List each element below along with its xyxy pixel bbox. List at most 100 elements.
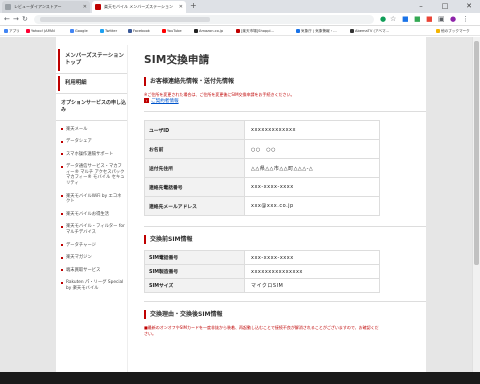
sidebar-item-data-charge[interactable]: データチャージ xyxy=(56,239,127,252)
address-bar[interactable] xyxy=(34,15,374,24)
bookmark-item[interactable]: アプリ xyxy=(4,26,20,36)
section-heading-contact: お客様連絡先情報・送付先情報 xyxy=(144,77,426,86)
scrollbar[interactable] xyxy=(472,37,480,372)
browser-toolbar: ← → ↻ ● ☆ ■ ■ ■ ▣ ● ⋮ xyxy=(0,13,480,26)
bookmark-item[interactable]: YouTube xyxy=(162,26,182,36)
favicon-icon xyxy=(128,28,132,33)
row-value: ○○ ○○ xyxy=(244,139,380,159)
extension-icon[interactable]: ■ xyxy=(402,13,409,26)
favicon-icon xyxy=(162,28,166,33)
table-row: SIM製造番号 xxxxxxxxxxxxxxx xyxy=(144,264,380,279)
table-row: ユーザID xxxxxxxxxxxxx xyxy=(144,120,380,140)
sidebar-item-filter[interactable]: 楽天モバイル・フィルター for マルチデバイス xyxy=(56,221,127,239)
star-icon[interactable]: ☆ xyxy=(390,13,396,26)
table-row: お名前 ○○ ○○ xyxy=(144,139,380,159)
row-label: 連絡先メールアドレス xyxy=(144,196,245,216)
close-tab-icon[interactable]: ✕ xyxy=(179,1,183,13)
favicon-icon xyxy=(236,28,240,33)
profile-avatar[interactable]: ● xyxy=(450,13,456,26)
main-content: SIM交換申請 お客様連絡先情報・送付先情報 ※ご住所を変更された場合は、ご住所… xyxy=(144,37,426,337)
tab-favicon-icon xyxy=(5,4,11,10)
divider xyxy=(144,111,426,112)
contract-info-link[interactable]: › ご契約者情報 xyxy=(144,98,426,105)
favicon-icon xyxy=(350,28,354,33)
bookmark-item[interactable]: Amazon.co.jp xyxy=(194,26,223,36)
sidebar-link-usage[interactable]: 利用明細 xyxy=(58,76,127,91)
close-tab-icon[interactable]: ✕ xyxy=(83,1,87,13)
blurred-url xyxy=(40,17,210,22)
divider xyxy=(144,226,426,227)
reason-note: ■最新のオンオフやSIMカードを一度非抜から装着、再起動し込むことで接続不良が解… xyxy=(144,325,379,336)
bookmark-item[interactable]: Google xyxy=(70,26,88,36)
reload-icon[interactable]: ↻ xyxy=(22,13,28,26)
page-content: メンバーズステーショントップ 利用明細 オプションサービスの申し込み 楽天メール… xyxy=(56,37,426,372)
arrow-right-icon: › xyxy=(144,98,149,103)
favicon-icon xyxy=(194,28,198,33)
apps-icon xyxy=(4,28,8,33)
sidebar-link-members-top[interactable]: メンバーズステーショントップ xyxy=(58,49,127,71)
favicon-icon xyxy=(70,28,74,33)
sidebar-item-pacific-league[interactable]: Rakuten パ・リーグ Special by 楽天モバイル xyxy=(56,277,127,295)
row-label: 送付先住所 xyxy=(144,158,245,178)
sidebar-item-security[interactable]: データ通信サービス・マカフィー® マルチ アクセスパック マカフィー® モバイル… xyxy=(56,161,127,190)
sim-before-table: SIM電話番号 xxx-xxxx-xxxx SIM製造番号 xxxxxxxxxxxx… xyxy=(144,250,380,293)
row-label: お名前 xyxy=(144,139,245,159)
bookmark-item[interactable]: AbemaTV (アベマ... xyxy=(350,26,389,36)
tab-favicon-icon xyxy=(95,4,101,10)
new-tab-button[interactable]: + xyxy=(190,1,197,11)
row-value: マイクロSIM xyxy=(244,278,380,293)
scrollbar-thumb[interactable] xyxy=(474,41,479,265)
close-window-button[interactable]: ✕ xyxy=(458,0,480,13)
section-heading-sim-before: 交換前SIM情報 xyxy=(144,235,426,244)
favicon-icon xyxy=(26,28,30,33)
row-value: △△県△△市△△町△△△-△ xyxy=(244,158,380,178)
row-label: SIM製造番号 xyxy=(144,264,245,279)
sidebar-item-buyback[interactable]: 端末買取サービス xyxy=(56,264,127,277)
row-value: xxxxxxxxxxxxxxx xyxy=(244,264,380,279)
maximize-button[interactable]: □ xyxy=(434,0,456,13)
table-row: SIM電話番号 xxx-xxxx-xxxx xyxy=(144,250,380,265)
extension-icon[interactable]: ■ xyxy=(426,13,433,26)
folder-icon xyxy=(436,28,440,33)
extension-icon[interactable]: ● xyxy=(380,13,386,26)
table-row: 連絡先電話番号 xxx-xxxx-xxxx xyxy=(144,177,380,197)
section-heading-reason: 交換理由・交換後SIM情報 xyxy=(144,310,426,319)
tab-strip: レビューダイアンストアー ✕ 楽天モバイル メンバーズステーション ✕ + – … xyxy=(0,0,480,13)
bookmark-item[interactable]: Facebook xyxy=(128,26,150,36)
sidebar: メンバーズステーショントップ 利用明細 オプションサービスの申し込み 楽天メール… xyxy=(56,45,128,372)
tab-title: レビューダイアンストアー xyxy=(14,4,62,9)
extension-icon[interactable]: ▣ xyxy=(438,13,445,26)
other-bookmarks[interactable]: 他のブックマーク xyxy=(436,26,470,36)
row-label: 連絡先電話番号 xyxy=(144,177,245,197)
extension-icon[interactable]: ■ xyxy=(414,13,421,26)
table-row: 送付先住所 △△県△△市△△町△△△-△ xyxy=(144,158,380,178)
sidebar-item-remote-support[interactable]: スマホ操作遠隔サポート xyxy=(56,148,127,161)
sidebar-item-datashare[interactable]: データシェア xyxy=(56,136,127,149)
sidebar-item-otoku[interactable]: 楽天モバイルお得生活 xyxy=(56,208,127,221)
bookmark-item[interactable]: [楽天市場]Shoppi... xyxy=(236,26,274,36)
bookmark-item[interactable]: Twitter xyxy=(100,26,117,36)
sidebar-item-mail[interactable]: 楽天メール xyxy=(56,123,127,136)
row-label: SIMサイズ xyxy=(144,278,245,293)
bookmarks-bar: アプリ Yahoo! JAPAN Google Twitter Facebook… xyxy=(0,26,480,36)
forward-icon[interactable]: → xyxy=(13,13,19,26)
browser-window: レビューダイアンストアー ✕ 楽天モバイル メンバーズステーション ✕ + – … xyxy=(0,0,480,372)
menu-icon[interactable]: ⋮ xyxy=(462,13,469,26)
divider xyxy=(56,120,127,121)
contact-info-table: ユーザID xxxxxxxxxxxxx お名前 ○○ ○○ 送付先住所 △△県△△市△… xyxy=(144,120,380,216)
back-icon[interactable]: ← xyxy=(4,13,10,26)
bookmark-item[interactable]: Yahoo! JAPAN xyxy=(26,26,55,36)
sidebar-item-wifi[interactable]: 楽天モバイルWiFi by エコネクト xyxy=(56,190,127,208)
browser-tab-active[interactable]: 楽天モバイル メンバーズステーション ✕ xyxy=(92,1,186,13)
divider xyxy=(56,73,127,74)
favicon-icon xyxy=(100,28,104,33)
row-value: xxx-xxxx-xxxx xyxy=(244,177,380,197)
bookmark-item[interactable]: 気象庁 | 気象警報・... xyxy=(296,26,337,36)
sidebar-item-magazine[interactable]: 楽天マガジン xyxy=(56,252,127,265)
tab-title: 楽天モバイル メンバーズステーション xyxy=(104,4,173,9)
minimize-button[interactable]: – xyxy=(410,0,432,13)
divider xyxy=(144,301,426,302)
sidebar-options-heading: オプションサービスの申し込み xyxy=(61,100,127,113)
page-viewport: メンバーズステーショントップ 利用明細 オプションサービスの申し込み 楽天メール… xyxy=(0,37,472,372)
browser-tab[interactable]: レビューダイアンストアー ✕ xyxy=(2,1,90,13)
